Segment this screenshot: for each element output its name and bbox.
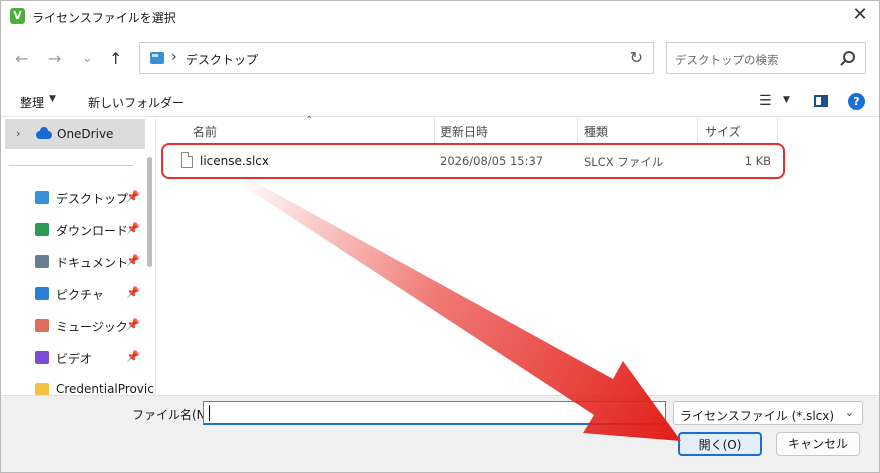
refresh-icon[interactable]: ↻ bbox=[630, 48, 643, 67]
chevron-down-icon[interactable]: ▼ bbox=[49, 94, 56, 104]
file-type-filter-select[interactable]: ライセンスファイル (*.slcx) ⌄ bbox=[673, 401, 863, 425]
column-header-type[interactable]: 種類 bbox=[578, 117, 698, 144]
forward-arrow-icon[interactable]: → bbox=[48, 49, 61, 69]
column-label: 種類 bbox=[584, 125, 609, 139]
column-header-name[interactable]: 名前 ⌃ bbox=[157, 115, 435, 144]
divider bbox=[9, 165, 133, 166]
download-icon bbox=[35, 223, 49, 236]
open-button[interactable]: 開く(O) bbox=[678, 432, 762, 456]
pin-icon[interactable]: 📌 bbox=[126, 254, 140, 267]
music-icon bbox=[35, 319, 49, 332]
view-options-icon[interactable]: ☰ bbox=[759, 93, 772, 109]
chevron-down-icon[interactable]: ⌄ bbox=[845, 406, 854, 419]
column-header-size[interactable]: サイズ bbox=[698, 117, 778, 144]
new-folder-button[interactable]: 新しいフォルダー bbox=[88, 94, 184, 111]
sidebar-item-label: ダウンロード bbox=[56, 224, 129, 238]
sidebar-item-desktop[interactable]: デスクトップ 📌 bbox=[31, 186, 146, 210]
desktop-folder-icon bbox=[150, 52, 164, 64]
recent-locations-chevron-icon[interactable]: ⌄ bbox=[82, 49, 93, 69]
sidebar-item-label: ビデオ bbox=[56, 352, 93, 366]
document-icon bbox=[35, 255, 49, 268]
dialog-footer: ファイル名(N): ライセンスファイル (*.slcx) ⌄ 開く(O) キャン… bbox=[1, 395, 879, 472]
sidebar-item-label: デスクトップ bbox=[56, 192, 129, 206]
sidebar-item-label: OneDrive bbox=[57, 127, 114, 141]
sidebar-item-download[interactable]: ダウンロード 📌 bbox=[31, 218, 146, 242]
navigation-row: ← → ⌄ ↑ › デスクトップ ↻ デスクトップの検索 bbox=[1, 31, 879, 87]
column-label: 更新日時 bbox=[440, 125, 489, 139]
sidebar-item-folder[interactable]: CredentialProvic bbox=[31, 378, 154, 395]
dialog-title: ライセンスファイルを選択 bbox=[32, 11, 176, 25]
pin-icon[interactable]: 📌 bbox=[126, 222, 140, 235]
video-icon bbox=[35, 351, 49, 364]
cloud-icon bbox=[36, 127, 52, 139]
scrollbar[interactable] bbox=[147, 157, 152, 267]
expand-chevron-icon[interactable]: › bbox=[16, 127, 20, 140]
app-icon: V bbox=[10, 8, 25, 24]
filename-input[interactable] bbox=[203, 401, 666, 425]
pin-icon[interactable]: 📌 bbox=[126, 190, 140, 203]
close-icon[interactable]: ✕ bbox=[847, 4, 873, 28]
sidebar-item-onedrive[interactable]: › OneDrive bbox=[5, 119, 145, 149]
sidebar-item-label: ミュージック bbox=[56, 320, 128, 334]
back-arrow-icon[interactable]: ← bbox=[15, 49, 28, 69]
breadcrumb-chevron-icon[interactable]: › bbox=[171, 49, 177, 65]
cancel-button[interactable]: キャンセル bbox=[776, 432, 860, 456]
sidebar-item-video[interactable]: ビデオ 📌 bbox=[31, 346, 146, 370]
pictures-icon bbox=[35, 287, 49, 300]
column-header-date[interactable]: 更新日時 bbox=[435, 117, 578, 144]
text-caret bbox=[209, 405, 210, 421]
pin-icon[interactable]: 📌 bbox=[126, 318, 140, 331]
column-label: サイズ bbox=[705, 125, 741, 139]
address-bar[interactable]: › デスクトップ ↻ bbox=[139, 42, 654, 74]
chevron-down-icon[interactable]: ▼ bbox=[783, 95, 790, 105]
organize-button[interactable]: 整理 bbox=[20, 94, 44, 111]
preview-pane-icon[interactable] bbox=[814, 95, 828, 107]
help-icon[interactable]: ? bbox=[848, 93, 865, 110]
up-arrow-icon[interactable]: ↑ bbox=[109, 49, 122, 69]
sidebar-item-label: ドキュメント bbox=[56, 256, 129, 270]
annotation-highlight-box bbox=[161, 143, 785, 179]
column-label: 名前 bbox=[193, 125, 218, 139]
navigation-pane: › OneDrive デスクトップ 📌 ダウンロード 📌 ドキュメント 📌 ピクチャ 📌 ミュー… bbox=[1, 117, 156, 395]
pin-icon[interactable]: 📌 bbox=[126, 286, 140, 299]
search-input[interactable]: デスクトップの検索 bbox=[666, 42, 866, 74]
sidebar-item-document[interactable]: ドキュメント 📌 bbox=[31, 250, 146, 274]
sidebar-item-music[interactable]: ミュージック 📌 bbox=[31, 314, 146, 338]
sidebar-item-pictures[interactable]: ピクチャ 📌 bbox=[31, 282, 146, 306]
title-bar: V ライセンスファイルを選択 ✕ bbox=[1, 1, 879, 31]
file-type-filter-value: ライセンスファイル (*.slcx) bbox=[680, 409, 835, 423]
sidebar-item-label: ピクチャ bbox=[56, 288, 104, 302]
pin-icon[interactable]: 📌 bbox=[126, 350, 140, 363]
sidebar-item-label: CredentialProvic bbox=[56, 382, 154, 395]
search-placeholder: デスクトップの検索 bbox=[675, 53, 779, 67]
sort-ascending-icon: ⌃ bbox=[305, 115, 314, 126]
file-open-dialog: V ライセンスファイルを選択 ✕ ← → ⌄ ↑ › デスクトップ ↻ デスクト… bbox=[0, 0, 880, 473]
folder-icon bbox=[35, 383, 49, 395]
desktop-icon bbox=[35, 191, 49, 204]
toolbar: 整理 ▼ 新しいフォルダー ☰ ▼ ? bbox=[1, 87, 879, 117]
breadcrumb[interactable]: デスクトップ bbox=[186, 51, 258, 68]
search-icon[interactable] bbox=[843, 51, 855, 63]
